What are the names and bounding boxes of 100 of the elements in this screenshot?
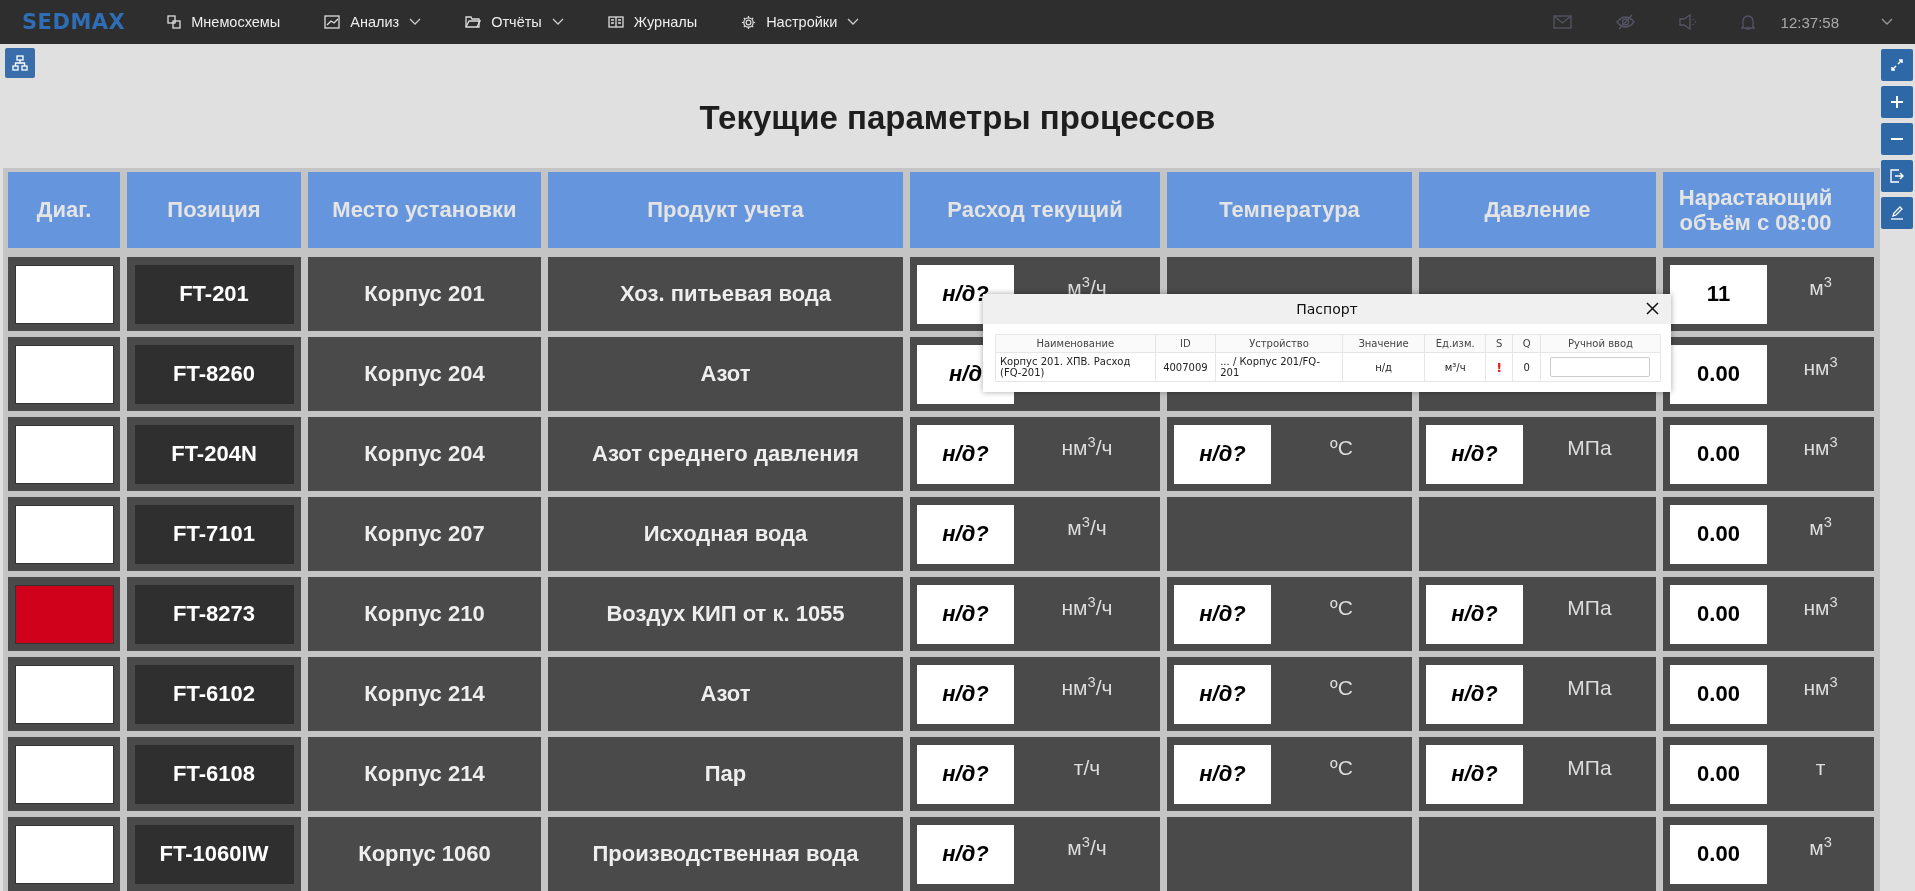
unit-label: МПа	[1566, 676, 1613, 701]
column-header: Позиция	[127, 172, 301, 248]
unit-label: ºC	[1329, 436, 1354, 461]
table-cell: Корпус 201. ХПВ. Расход (FQ-201)	[995, 352, 1156, 382]
menu-item[interactable]: Анализ	[324, 14, 422, 30]
column-header: ID	[1155, 334, 1216, 353]
menu-item[interactable]: Отчёты	[465, 14, 564, 30]
product-text: Производственная вода	[592, 841, 859, 867]
value-field: н/д?	[1426, 664, 1523, 724]
column-header: Температура	[1167, 172, 1412, 248]
menu-item[interactable]: Настройки	[741, 14, 860, 30]
value-field: 0.00	[1670, 824, 1767, 884]
chevron-down-icon[interactable]	[409, 18, 422, 26]
pencil-icon	[1890, 206, 1904, 220]
unit-label: т	[1814, 756, 1827, 781]
unit-label: м$^{3}$	[1808, 836, 1833, 861]
chevron-down-icon[interactable]	[847, 18, 860, 26]
unit-label: нм$^{3}$	[1802, 596, 1839, 621]
position-tag: FT-204N	[134, 424, 294, 484]
chevron-down-icon[interactable]	[1881, 18, 1893, 26]
unit-label: нм$^{3}$	[1802, 356, 1839, 381]
column-header: Ед.изм.	[1424, 334, 1486, 353]
position-tag: FT-7101	[134, 504, 294, 564]
plus-icon	[1890, 95, 1904, 109]
unit-label: нм$^{3}$/ч	[1060, 676, 1114, 701]
product-text: Воздух КИП от к. 1055	[606, 601, 845, 627]
value-field: н/д?	[917, 504, 1014, 564]
unit-label: м$^{3}$	[1808, 276, 1833, 301]
value-field: 0.00	[1670, 664, 1767, 724]
product-text: Хоз. питьевая вода	[619, 281, 831, 307]
location-text: Корпус 210	[364, 601, 485, 627]
value-field: н/д?	[917, 824, 1014, 884]
clock-time: 12:37:58	[1780, 13, 1839, 31]
column-header: Q	[1512, 334, 1541, 353]
hierarchy-button[interactable]	[5, 48, 35, 78]
unit-label: м$^{3}$/ч	[1066, 516, 1108, 541]
location-text: Корпус 204	[364, 361, 485, 387]
expand-icon	[1890, 58, 1904, 72]
value-field: н/д?	[1174, 584, 1271, 644]
value-field: н/д?	[917, 744, 1014, 804]
value-field: 0.00	[1670, 744, 1767, 804]
value-field: 0.00	[1670, 344, 1767, 404]
column-header: Давление	[1419, 172, 1656, 248]
unit-label: м$^{3}$/ч	[1066, 836, 1108, 861]
table-cell: 4007009	[1155, 352, 1216, 382]
position-tag: FT-6102	[134, 664, 294, 724]
value-field: н/д?	[917, 664, 1014, 724]
column-header: Нарастающий объём с 08:00	[1663, 172, 1874, 248]
chevron-down-icon[interactable]	[551, 18, 564, 26]
column-header: S	[1485, 334, 1513, 353]
column-header: Ручной ввод	[1540, 334, 1661, 353]
value-field: 11	[1670, 264, 1767, 324]
dialog-title: Паспорт	[1296, 301, 1358, 317]
page-title: Текущие параметры процессов	[699, 100, 1216, 137]
unit-label: МПа	[1566, 756, 1613, 781]
unit-label: нм$^{3}$/ч	[1060, 596, 1114, 621]
zoom-in-button[interactable]	[1881, 86, 1913, 118]
column-header: Расход текущий	[910, 172, 1160, 248]
location-text: Корпус 214	[364, 681, 485, 707]
product-text: Азот среднего давления	[592, 441, 859, 467]
location-text: Корпус 201	[364, 281, 485, 307]
column-header: Диаг.	[8, 172, 120, 248]
product-text: Азот	[700, 681, 751, 707]
edit-button[interactable]	[1881, 197, 1913, 229]
close-button[interactable]	[1646, 302, 1659, 315]
unit-label: т/ч	[1072, 756, 1102, 781]
value-field: н/д?	[1174, 664, 1271, 724]
value-field: н/д?	[917, 584, 1014, 644]
value-field: 0.00	[1670, 504, 1767, 564]
expand-button[interactable]	[1881, 49, 1913, 81]
value-field: 0.00	[1670, 584, 1767, 644]
manual-input-field[interactable]	[1550, 357, 1651, 377]
menu-item[interactable]: Журналы	[607, 14, 698, 30]
diagram-icon	[167, 15, 182, 29]
exit-button[interactable]	[1881, 160, 1913, 192]
value-field: н/д?	[1174, 744, 1271, 804]
unit-label: МПа	[1566, 436, 1613, 461]
gear-icon	[741, 14, 757, 30]
unit-label: нм$^{3}$	[1802, 436, 1839, 461]
unit-label: МПа	[1566, 596, 1613, 621]
zoom-out-button[interactable]	[1881, 123, 1913, 155]
table-cell: н/д	[1342, 352, 1425, 382]
column-header: Наименование	[995, 334, 1156, 353]
column-header: Значение	[1342, 334, 1425, 353]
position-tag: FT-6108	[134, 744, 294, 804]
folder-icon	[465, 15, 482, 29]
position-tag: FT-8260	[134, 344, 294, 404]
unit-label: ºC	[1329, 676, 1354, 701]
location-text: Корпус 214	[364, 761, 485, 787]
position-tag: FT-201	[134, 264, 294, 324]
minus-icon	[1890, 137, 1904, 141]
value-field: н/д?	[1426, 744, 1523, 804]
position-tag: FT-8273	[134, 584, 294, 644]
unit-label: м$^{3}$	[1808, 516, 1833, 541]
product-text: Пар	[704, 761, 747, 787]
table-cell: м³/ч	[1424, 352, 1486, 382]
hierarchy-icon	[12, 55, 28, 71]
close-icon	[1646, 302, 1659, 315]
menu-item[interactable]: Мнемосхемы	[167, 14, 281, 30]
table-cell: ... / Корпус 201/FQ-201	[1215, 352, 1343, 382]
